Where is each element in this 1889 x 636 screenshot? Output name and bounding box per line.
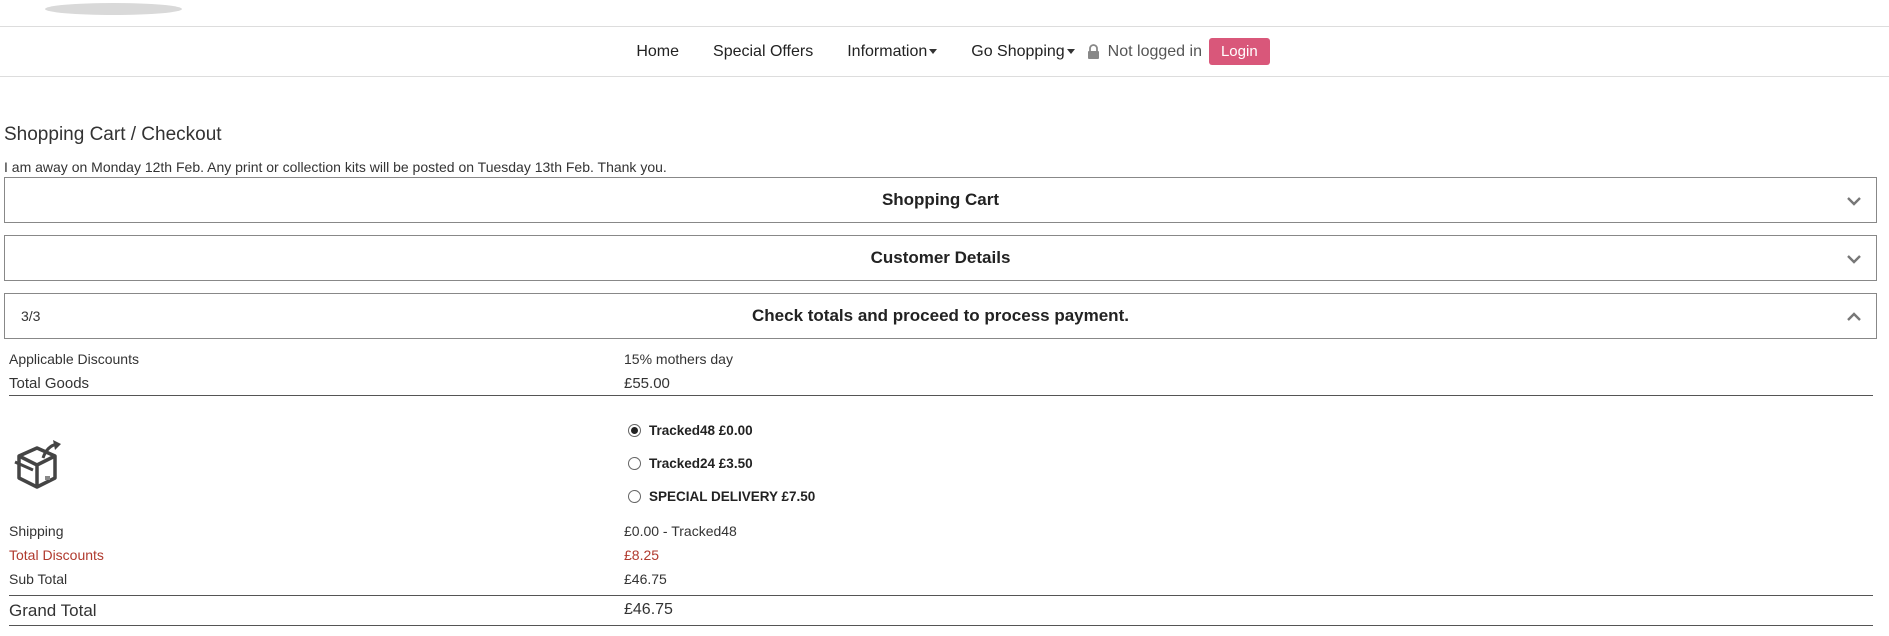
package-icon — [14, 440, 61, 489]
login-status: Not logged in — [1087, 43, 1202, 61]
nav-information[interactable]: Information — [847, 42, 938, 61]
divider — [9, 625, 1873, 626]
chevron-down-icon — [1847, 255, 1861, 264]
divider — [9, 595, 1873, 596]
nav-go-shopping[interactable]: Go Shopping — [971, 42, 1075, 61]
radio-special-delivery[interactable] — [628, 490, 641, 503]
shipping-option-tracked48[interactable]: Tracked48 £0.00 — [628, 423, 753, 438]
panel-customer-details-title: Customer Details — [870, 248, 1011, 267]
shipping-option-special-delivery[interactable]: SPECIAL DELIVERY £7.50 — [628, 489, 815, 504]
applicable-discounts-value: 15% mothers day — [624, 351, 733, 367]
page-title: Shopping Cart / Checkout — [4, 124, 222, 145]
divider — [9, 395, 1873, 396]
nav-special-offers[interactable]: Special Offers — [713, 43, 813, 61]
login-status-text: Not logged in — [1107, 42, 1202, 60]
login-button[interactable]: Login — [1208, 38, 1270, 65]
chevron-down-icon — [1847, 197, 1861, 206]
total-discounts-label: Total Discounts — [9, 547, 104, 563]
caret-down-icon — [929, 49, 938, 54]
shipping-option-label: SPECIAL DELIVERY £7.50 — [649, 489, 816, 504]
total-goods-value: £55.00 — [624, 375, 670, 392]
nav-home[interactable]: Home — [636, 43, 679, 61]
subtotal-value: £46.75 — [624, 571, 667, 587]
shipping-option-label: Tracked24 £3.50 — [649, 456, 753, 471]
total-goods-label: Total Goods — [9, 375, 90, 392]
lock-icon — [1087, 44, 1099, 59]
panel-check-totals-title: Check totals and proceed to process paym… — [752, 306, 1129, 325]
caret-down-icon — [1066, 49, 1075, 54]
site-logo[interactable] — [45, 3, 182, 15]
nav-information-label: Information — [847, 42, 928, 60]
panel-shopping-cart[interactable]: Shopping Cart — [4, 177, 1877, 223]
step-indicator: 3/3 — [21, 308, 41, 324]
grand-total-value: £46.75 — [624, 601, 673, 618]
shipping-label: Shipping — [9, 523, 64, 539]
applicable-discounts-label: Applicable Discounts — [9, 351, 139, 367]
shipping-option-tracked24[interactable]: Tracked24 £3.50 — [628, 456, 753, 471]
main-nav: Home Special Offers Information Go Shopp… — [0, 27, 1889, 77]
panel-shopping-cart-title: Shopping Cart — [881, 190, 1000, 209]
shipping-value: £0.00 - Tracked48 — [624, 523, 737, 539]
radio-tracked48[interactable] — [628, 424, 641, 437]
panel-customer-details[interactable]: Customer Details — [4, 235, 1877, 281]
chevron-up-icon — [1847, 312, 1861, 321]
panel-check-totals[interactable]: 3/3 Check totals and proceed to process … — [4, 293, 1877, 339]
nav-go-shopping-label: Go Shopping — [971, 42, 1065, 60]
notice-text: I am away on Monday 12th Feb. Any print … — [4, 159, 667, 175]
radio-tracked24[interactable] — [628, 457, 641, 470]
grand-total-label: Grand Total — [9, 601, 97, 620]
shipping-option-label: Tracked48 £0.00 — [649, 423, 753, 438]
total-discounts-value: £8.25 — [624, 547, 660, 563]
subtotal-label: Sub Total — [9, 571, 68, 587]
